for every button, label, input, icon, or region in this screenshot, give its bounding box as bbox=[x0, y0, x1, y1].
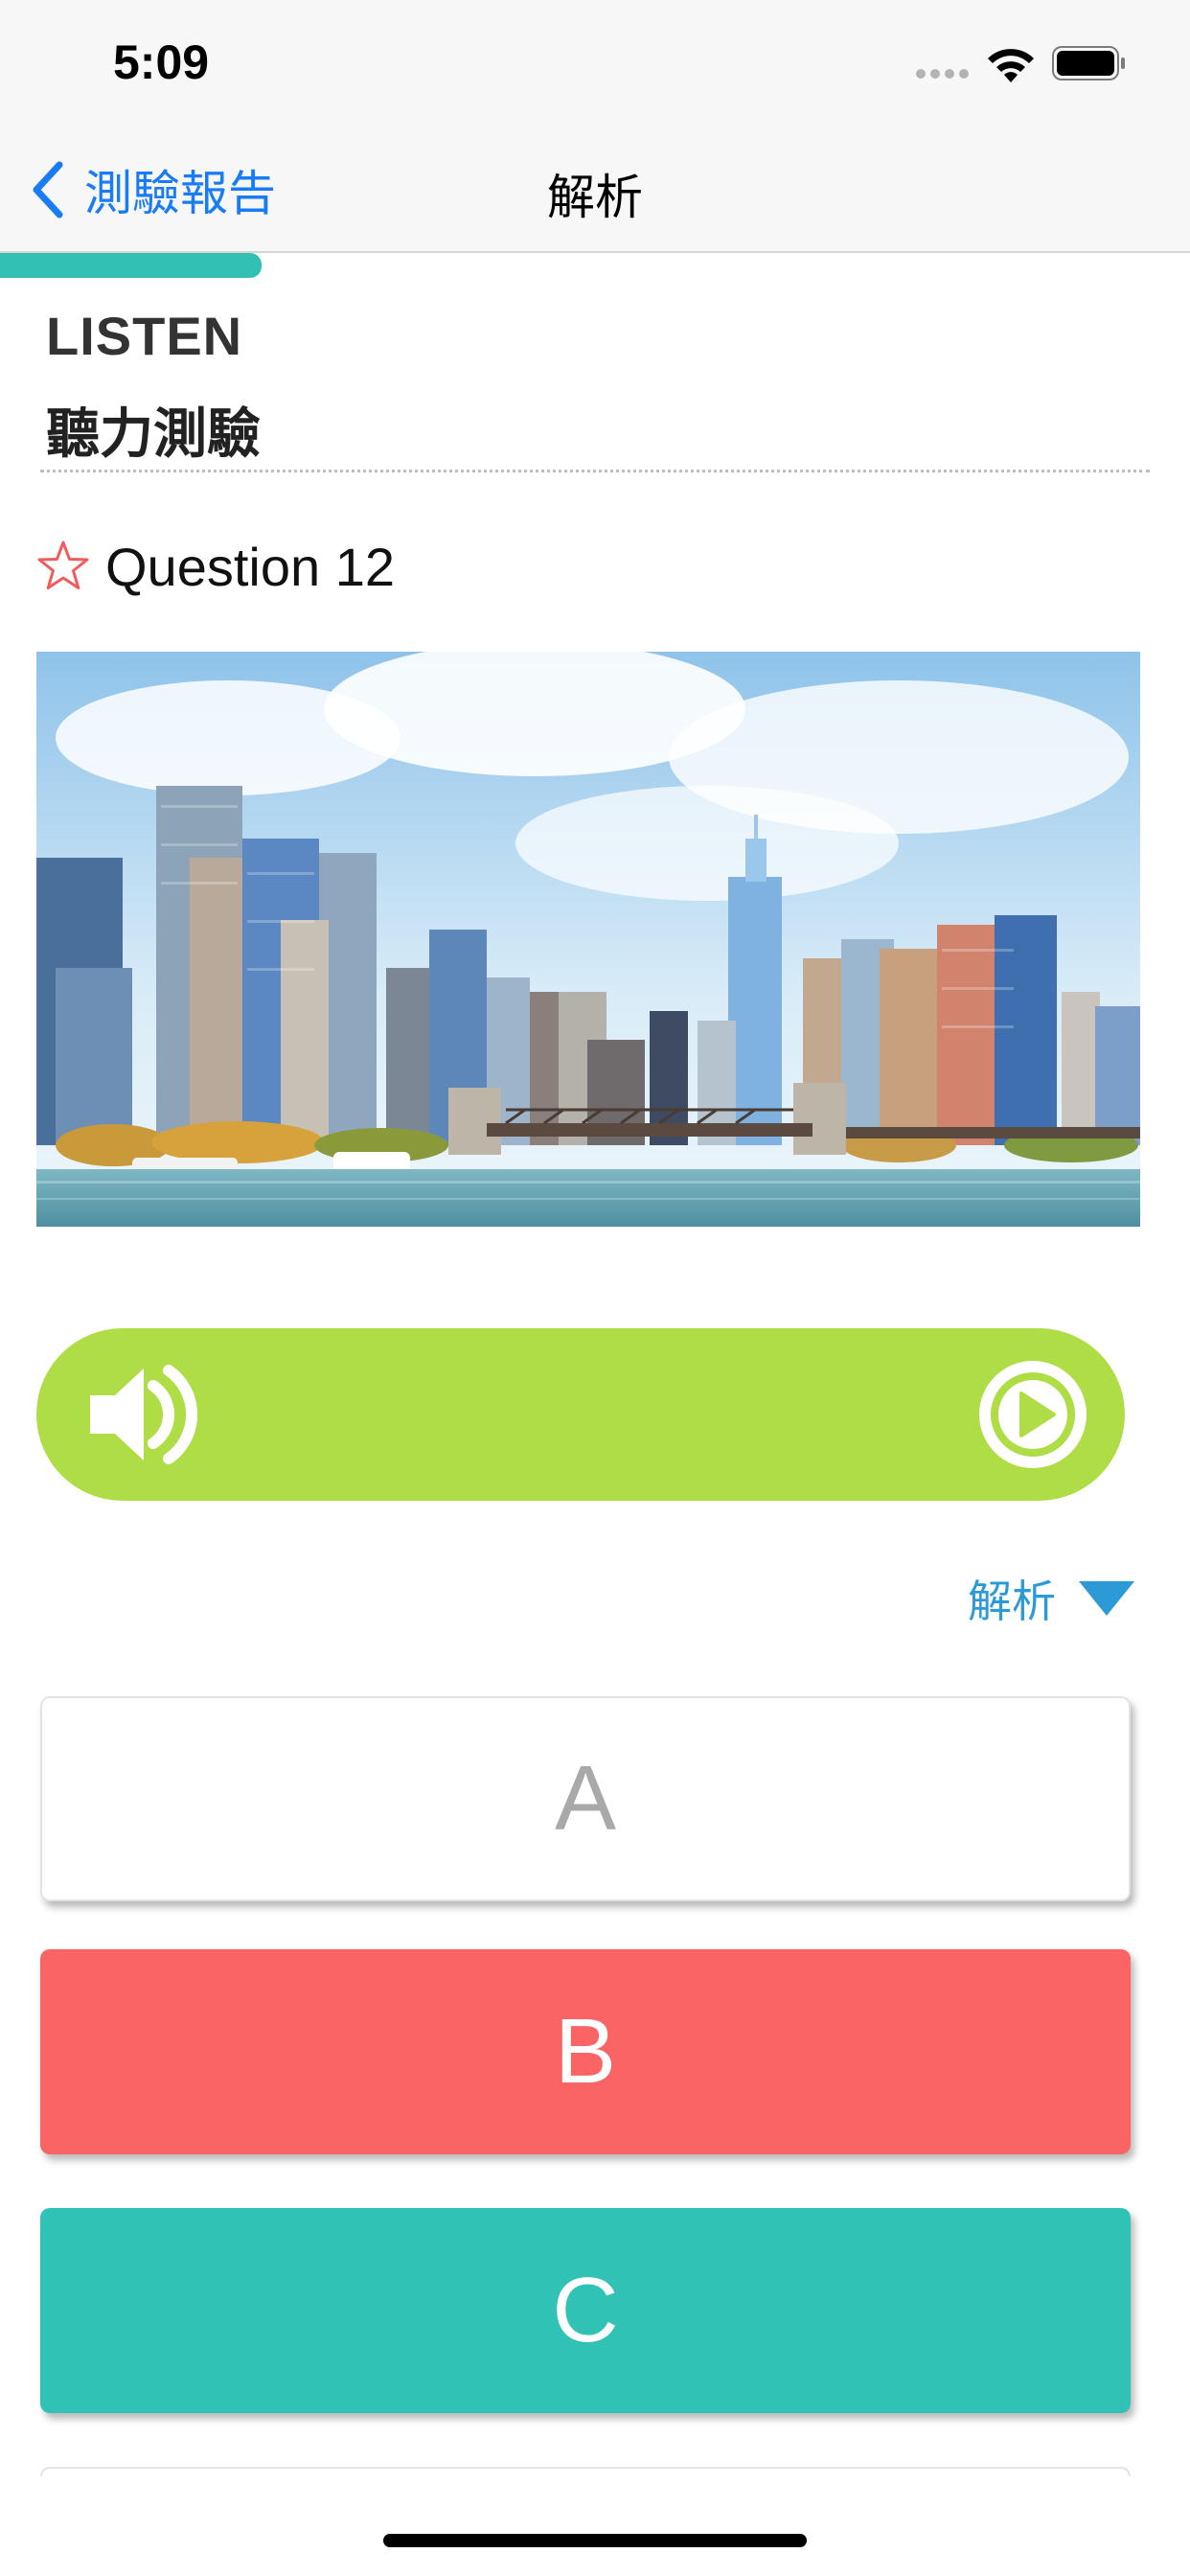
back-button-label: 測驗報告 bbox=[84, 166, 276, 221]
home-indicator[interactable] bbox=[383, 2534, 807, 2547]
wifi-icon bbox=[988, 49, 1034, 82]
audio-player bbox=[36, 1328, 1125, 1501]
battery-icon bbox=[1052, 46, 1125, 80]
status-time: 5:09 bbox=[113, 35, 210, 89]
question-label: Question 12 bbox=[105, 536, 395, 597]
progress-fill bbox=[0, 253, 263, 278]
progress-bar bbox=[0, 253, 1190, 278]
star-outline-icon[interactable] bbox=[36, 540, 90, 593]
section-subtitle: 聽力測驗 bbox=[46, 403, 261, 466]
option-c-button[interactable]: C bbox=[40, 2208, 1131, 2413]
header-divider bbox=[40, 470, 1150, 472]
explanation-label: 解析 bbox=[968, 1576, 1056, 1627]
question-image bbox=[36, 652, 1140, 1227]
play-icon[interactable] bbox=[979, 1361, 1087, 1468]
status-bar: 5:09 bbox=[0, 0, 1190, 126]
bottom-safe-area bbox=[0, 2476, 1190, 2576]
option-b-button[interactable]: B bbox=[40, 1949, 1131, 2154]
explanation-toggle[interactable]: 解析 bbox=[968, 1568, 1136, 1629]
section-title: LISTEN bbox=[46, 306, 243, 366]
navigation-bar: 解析 測驗報告 bbox=[0, 126, 1190, 253]
signal-dots-icon bbox=[916, 69, 970, 79]
option-a-button[interactable]: A bbox=[40, 1696, 1131, 1901]
back-button[interactable]: 測驗報告 bbox=[29, 155, 276, 224]
triangle-down-icon bbox=[1079, 1581, 1134, 1616]
question-row: Question 12 bbox=[36, 533, 395, 600]
speaker-icon[interactable] bbox=[86, 1363, 201, 1466]
chevron-left-icon bbox=[33, 161, 63, 218]
